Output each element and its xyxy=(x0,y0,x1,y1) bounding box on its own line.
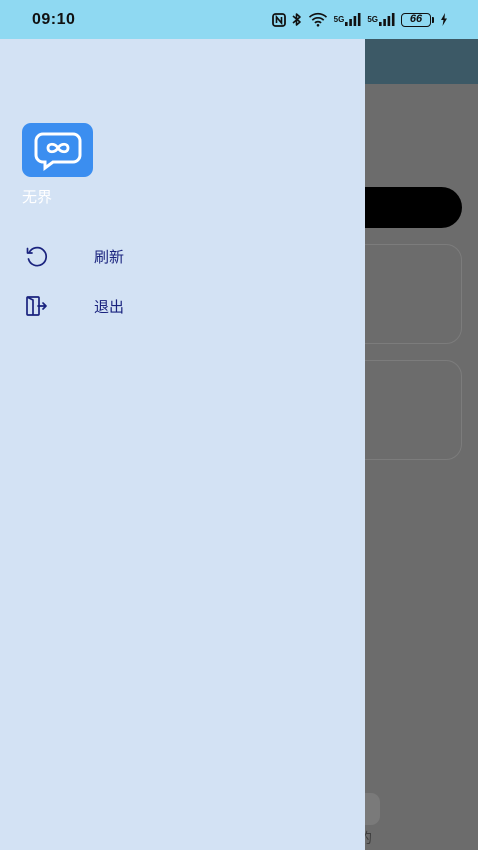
cellular-signal-1-icon: 5G xyxy=(334,13,362,26)
status-icons: 5G 5G 66 xyxy=(271,12,448,27)
menu-item-refresh[interactable]: 刷新 xyxy=(0,234,365,278)
exit-icon xyxy=(24,294,48,318)
menu-item-logout[interactable]: 退出 xyxy=(0,284,365,328)
cellular-signal-2-icon: 5G xyxy=(367,13,395,26)
navigation-drawer: 无界 刷新 退出 xyxy=(0,39,365,850)
nfc-icon xyxy=(271,12,286,27)
status-bar: 09:10 5G 5G 66 xyxy=(0,0,478,39)
signal-2-label: 5G xyxy=(367,15,378,24)
menu-item-label: 退出 xyxy=(94,298,125,316)
charging-icon xyxy=(440,13,448,26)
refresh-icon xyxy=(24,244,48,268)
battery-level: 66 xyxy=(401,12,431,27)
bluetooth-icon xyxy=(292,12,302,27)
app-logo xyxy=(22,123,93,177)
infinity-chat-icon xyxy=(34,132,81,171)
signal-1-label: 5G xyxy=(333,15,345,24)
battery-icon: 66 xyxy=(401,12,434,27)
wifi-icon xyxy=(308,12,328,27)
app-name: 无界 xyxy=(22,188,53,206)
menu-item-label: 刷新 xyxy=(94,248,125,266)
status-time: 09:10 xyxy=(32,10,76,28)
